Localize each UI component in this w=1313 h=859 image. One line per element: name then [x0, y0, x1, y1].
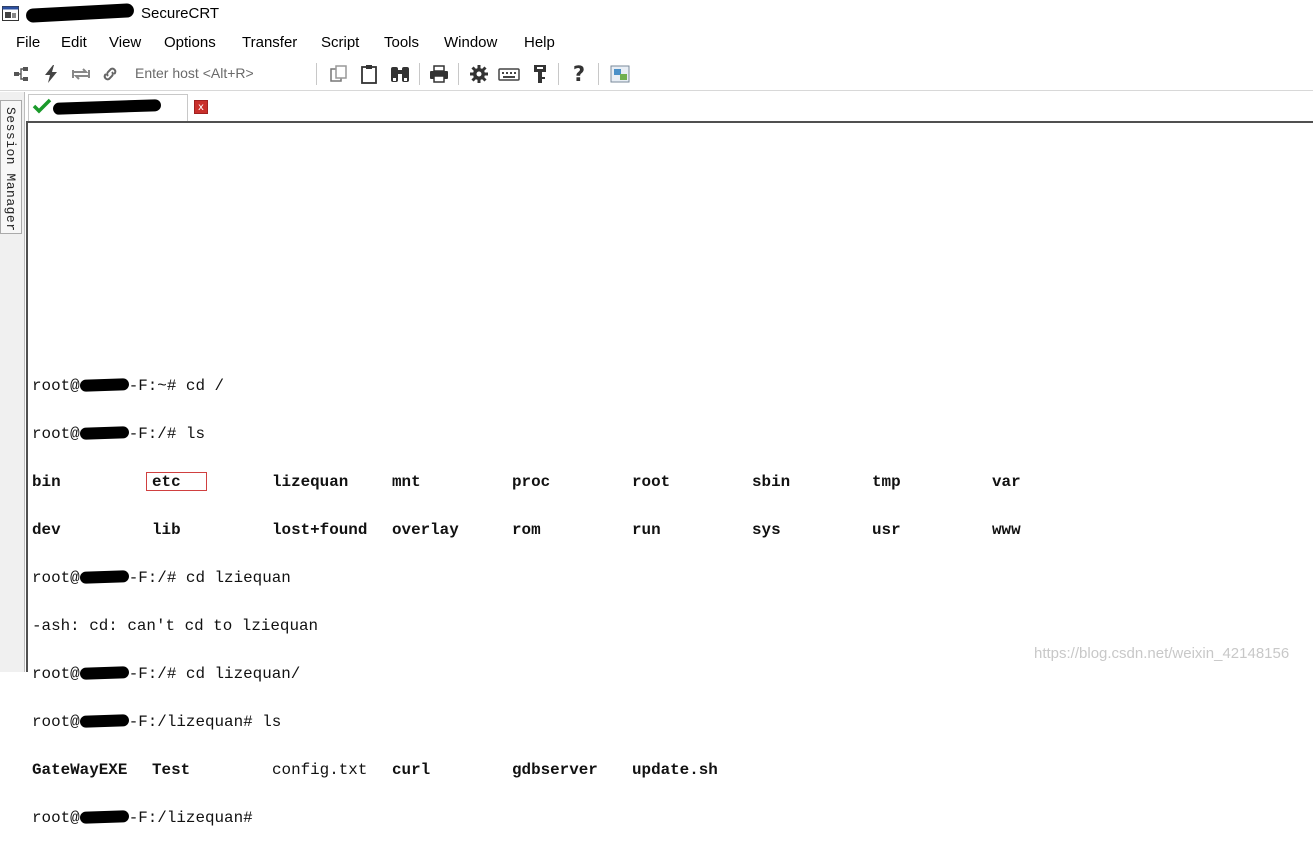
toolbar-separator	[558, 63, 559, 85]
prompt-command: -F:/# ls	[128, 425, 205, 443]
dir-entry: tmp	[872, 473, 901, 491]
toolbar-separator	[316, 63, 317, 85]
prompt-command: -F:~# cd /	[128, 377, 225, 395]
dir-entry: www	[992, 521, 1021, 539]
terminal-line: root@ -F:/# cd lziequan	[32, 570, 1112, 586]
prompt-command: -F:/# cd lizequan/	[128, 665, 301, 683]
disconnect-link-icon[interactable]	[99, 63, 121, 85]
file-entry: GateWayEXE	[32, 761, 128, 779]
prompt-user: root@	[32, 569, 80, 587]
find-binoculars-icon[interactable]	[389, 63, 411, 85]
redacted-hostname	[79, 378, 129, 392]
highlight-box	[146, 472, 207, 491]
redacted-hostname	[79, 426, 129, 440]
menu-script[interactable]: Script	[321, 34, 359, 52]
dir-entry: dev	[32, 521, 61, 539]
session-manager-pane: Session Manager	[0, 92, 25, 672]
dir-entry: proc	[512, 473, 551, 491]
terminal-line: root@ -F:/# cd lizequan/	[32, 666, 1112, 682]
session-tab-bar: x	[25, 92, 1313, 121]
menu-options[interactable]: Options	[164, 34, 216, 52]
file-entry-test: Test	[152, 761, 191, 779]
toolbar-separator	[598, 63, 599, 85]
terminal-line: root@ -F:~# cd /	[32, 378, 1112, 394]
enter-host-input[interactable]	[131, 63, 319, 83]
print-icon[interactable]	[428, 63, 450, 85]
redacted-session-name	[52, 99, 162, 115]
prompt-user: root@	[32, 809, 80, 827]
file-entry: config.txt	[272, 761, 368, 779]
redacted-session-name	[25, 3, 135, 23]
menu-tools[interactable]: Tools	[384, 34, 419, 52]
menu-window[interactable]: Window	[444, 34, 497, 52]
toolbar-separator	[419, 63, 420, 85]
key-icon[interactable]	[529, 63, 551, 85]
error-line: -ash: cd: can't cd to lziequan	[32, 617, 319, 635]
dir-entry: usr	[872, 521, 901, 539]
terminal-line: root@ -F:/# ls	[32, 426, 1112, 442]
prompt-user: root@	[32, 665, 80, 683]
dir-entry: bin	[32, 473, 61, 491]
session-manager-tab[interactable]: Session Manager	[0, 100, 22, 234]
window-title: SecureCRT	[141, 5, 220, 22]
prompt-user: root@	[32, 377, 80, 395]
menu-edit[interactable]: Edit	[61, 34, 87, 52]
redacted-hostname	[79, 666, 129, 680]
session-manager-label: Session Manager	[3, 107, 18, 232]
menu-file[interactable]: File	[16, 34, 40, 52]
prompt-command: -F:/lizequan#	[128, 809, 253, 827]
close-tab-button[interactable]: x	[194, 100, 208, 114]
dir-entry: lost+found	[272, 521, 368, 539]
securecrt-app-icon	[2, 6, 19, 21]
terminal-line: root@ -F:/lizequan#	[32, 810, 1112, 826]
session-tab[interactable]	[28, 94, 188, 121]
dir-entry: lizequan	[272, 473, 349, 491]
prompt-user: root@	[32, 425, 80, 443]
file-entry: curl	[392, 761, 431, 779]
ls-lizequan-row: GateWayEXE Test config.txt curl gdbserver upd…	[32, 762, 1112, 778]
menu-view[interactable]: View	[109, 34, 141, 52]
file-entry: update.sh	[632, 761, 718, 779]
terminal-area[interactable]: root@ -F:~# cd / root@ -F:/# ls bin etc lize…	[26, 121, 1313, 826]
keymap-icon[interactable]	[498, 63, 520, 85]
prompt-command: -F:/# cd lziequan	[128, 569, 291, 587]
prompt-user: root@	[32, 713, 80, 731]
dir-entry: mnt	[392, 473, 421, 491]
paste-icon[interactable]	[358, 63, 380, 85]
redacted-hostname	[79, 714, 129, 728]
dir-entry: run	[632, 521, 661, 539]
help-icon[interactable]: ?	[568, 62, 590, 86]
toolbar: ?	[0, 58, 1313, 91]
terminal-output: root@ -F:~# cd / root@ -F:/# ls bin etc lize…	[32, 346, 1112, 858]
toolbar-separator	[458, 63, 459, 85]
file-entry: gdbserver	[512, 761, 598, 779]
redacted-hostname	[79, 810, 129, 824]
watermark: https://blog.csdn.net/weixin_42148156	[1034, 645, 1290, 662]
reconnect-icon[interactable]	[70, 63, 92, 85]
menu-help[interactable]: Help	[524, 34, 555, 52]
menu-transfer[interactable]: Transfer	[242, 34, 297, 52]
copy-icon[interactable]	[328, 63, 350, 85]
menu-bar: File Edit View Options Transfer Script T…	[0, 30, 1313, 56]
redacted-hostname	[79, 570, 129, 584]
title-bar: SecureCRT	[0, 0, 1313, 30]
dir-entry: var	[992, 473, 1021, 491]
dir-entry: sys	[752, 521, 781, 539]
image-icon[interactable]	[609, 63, 631, 85]
prompt-command: -F:/lizequan# ls	[128, 713, 282, 731]
dir-entry: rom	[512, 521, 541, 539]
dir-entry: overlay	[392, 521, 459, 539]
terminal-line: root@ -F:/lizequan# ls	[32, 714, 1112, 730]
connect-tree-icon[interactable]	[10, 63, 32, 85]
settings-gear-icon[interactable]	[468, 63, 490, 85]
ls-root-row-2: dev lib lost+found overlay rom run sys usr www	[32, 522, 1112, 538]
check-icon	[32, 98, 52, 114]
quick-connect-lightning-icon[interactable]	[40, 63, 62, 85]
dir-entry: sbin	[752, 473, 791, 491]
dir-entry: root	[632, 473, 671, 491]
dir-entry: lib	[152, 521, 181, 539]
